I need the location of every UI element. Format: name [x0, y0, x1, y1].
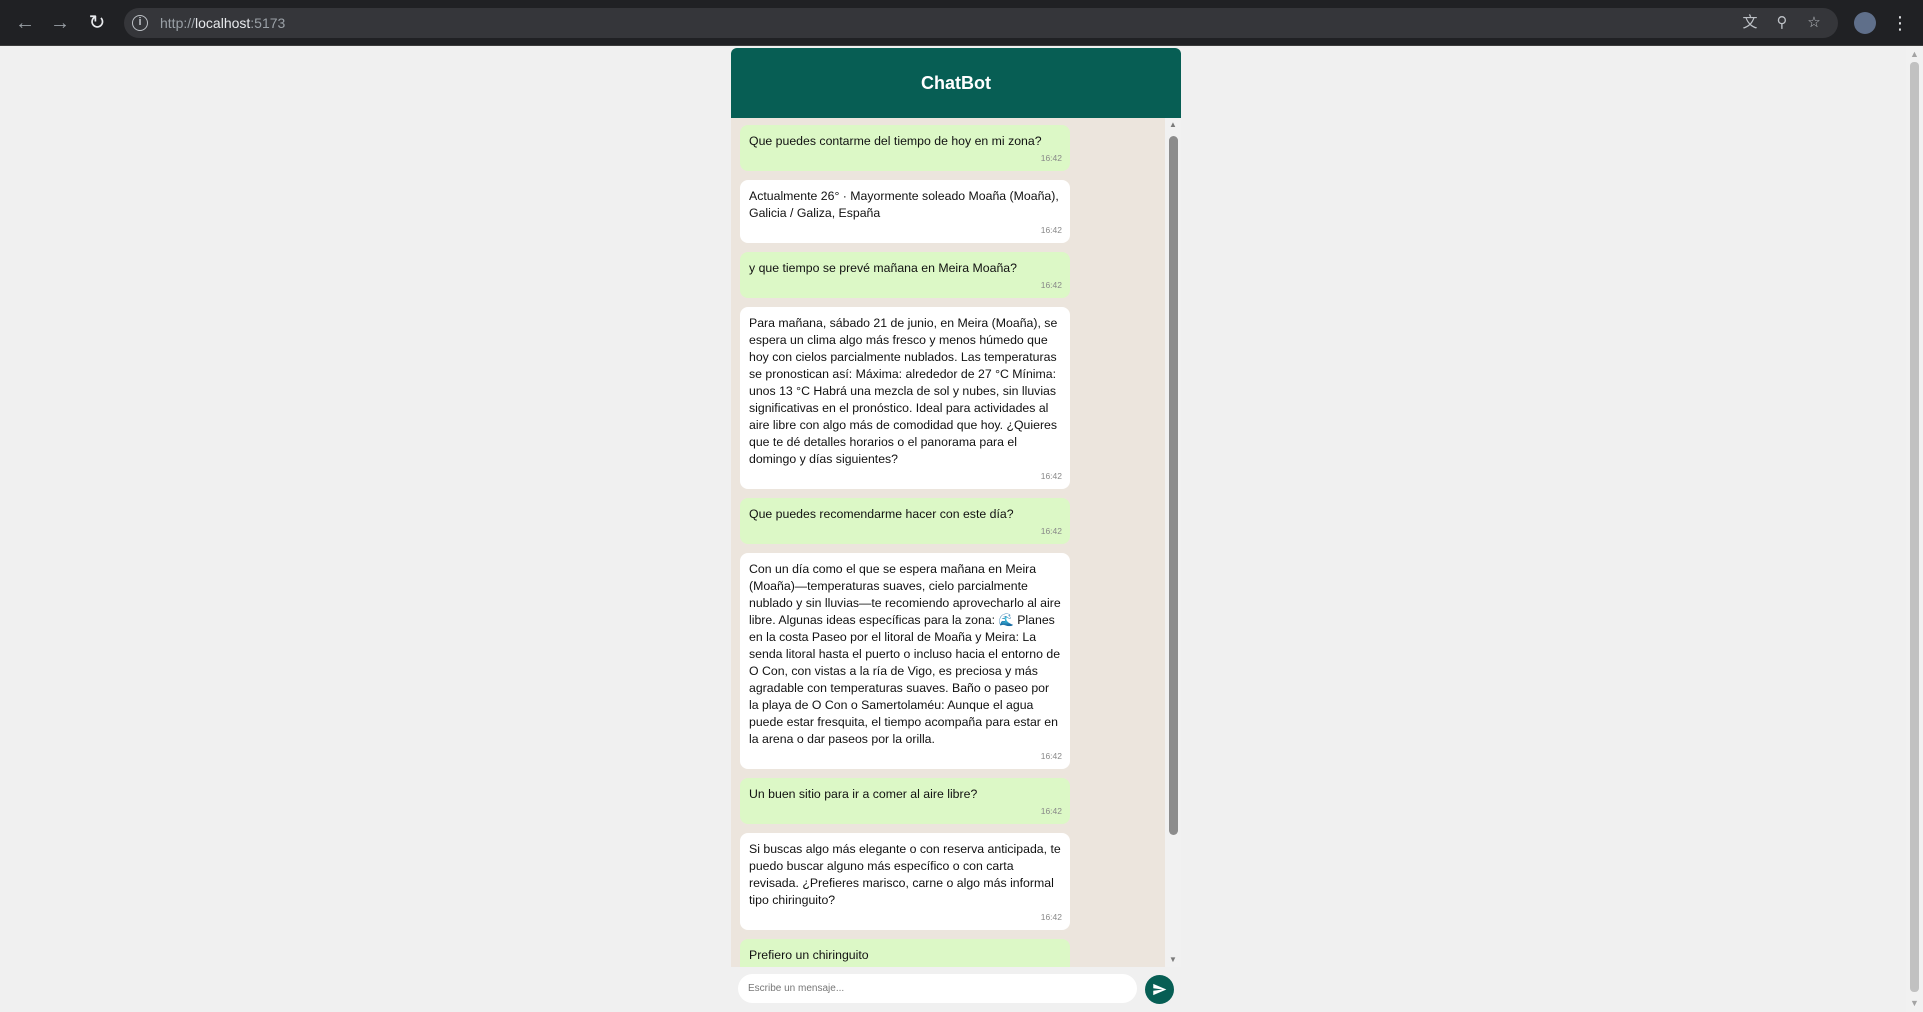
message-timestamp: 16:42: [1040, 912, 1062, 922]
message-text: Que puedes recomendarme hacer con este d…: [749, 507, 1014, 521]
info-icon[interactable]: i: [132, 15, 148, 31]
message-timestamp: 16:42: [1040, 153, 1062, 163]
chat-scroll-up-icon[interactable]: ▲: [1168, 120, 1178, 130]
user-message: Que puedes contarme del tiempo de hoy en…: [740, 125, 1070, 171]
chat-scroll-down-icon[interactable]: ▼: [1168, 955, 1178, 965]
message-text: Un buen sitio para ir a comer al aire li…: [749, 787, 978, 801]
scroll-up-arrow-icon[interactable]: ▲: [1910, 49, 1919, 59]
send-button[interactable]: [1145, 975, 1174, 1004]
page-scroll-thumb[interactable]: [1910, 62, 1919, 992]
chat-title: ChatBot: [921, 73, 991, 93]
scroll-down-arrow-icon[interactable]: ▼: [1910, 998, 1919, 1008]
page-scrollbar[interactable]: ▲ ▼: [1906, 46, 1923, 1012]
user-message: y que tiempo se prevé mañana en Meira Mo…: [740, 252, 1070, 298]
back-icon[interactable]: ←: [12, 10, 38, 36]
chat-scrollbar[interactable]: ▲ ▼: [1165, 118, 1181, 967]
forward-icon[interactable]: →: [47, 10, 73, 36]
message-text: y que tiempo se prevé mañana en Meira Mo…: [749, 261, 1017, 275]
message-input[interactable]: [738, 974, 1137, 1003]
reload-icon[interactable]: ↻: [84, 10, 110, 36]
chat-scroll-thumb[interactable]: [1169, 136, 1178, 835]
message-timestamp: 16:42: [1040, 471, 1062, 481]
url-text[interactable]: http://localhost:5173: [160, 15, 285, 31]
message-text: Que puedes contarme del tiempo de hoy en…: [749, 134, 1042, 148]
star-icon[interactable]: ☆: [1804, 14, 1824, 32]
bot-message: Actualmente 26° · Mayormente soleado Moa…: [740, 180, 1070, 243]
message-text: Actualmente 26° · Mayormente soleado Moa…: [749, 189, 1059, 220]
user-message: Un buen sitio para ir a comer al aire li…: [740, 778, 1070, 824]
message-timestamp: 16:42: [1040, 526, 1062, 536]
menu-icon[interactable]: ⋮: [1891, 10, 1909, 36]
browser-toolbar: ← → ↻ i http://localhost:5173 文 ⚲ ☆ ⋮: [0, 0, 1923, 46]
message-composer: [731, 967, 1181, 1012]
chat-header: ChatBot: [731, 48, 1181, 118]
bot-message: Para mañana, sábado 21 de junio, en Meir…: [740, 307, 1070, 489]
message-text: Prefiero un chiringuito: [749, 948, 869, 962]
message-text: Para mañana, sábado 21 de junio, en Meir…: [749, 316, 1058, 466]
translate-icon[interactable]: 文: [1740, 14, 1760, 32]
message-timestamp: 16:42: [1040, 806, 1062, 816]
message-text: Con un día como el que se espera mañana …: [749, 562, 1061, 746]
message-timestamp: 16:42: [1040, 751, 1062, 761]
user-message: Que puedes recomendarme hacer con este d…: [740, 498, 1070, 544]
bot-message: Con un día como el que se espera mañana …: [740, 553, 1070, 769]
chat-window: ChatBot Que puedes contarme del tiempo d…: [731, 48, 1181, 1012]
bot-message: Si buscas algo más elegante o con reserv…: [740, 833, 1070, 930]
profile-icon[interactable]: [1854, 12, 1876, 34]
message-timestamp: 16:42: [1040, 225, 1062, 235]
message-text: Si buscas algo más elegante o con reserv…: [749, 842, 1061, 907]
send-icon: [1153, 983, 1167, 996]
message-list[interactable]: Que puedes contarme del tiempo de hoy en…: [731, 118, 1165, 1012]
zoom-icon[interactable]: ⚲: [1772, 14, 1792, 32]
address-bar[interactable]: i http://localhost:5173 文 ⚲ ☆: [124, 8, 1838, 38]
message-timestamp: 16:42: [1040, 280, 1062, 290]
